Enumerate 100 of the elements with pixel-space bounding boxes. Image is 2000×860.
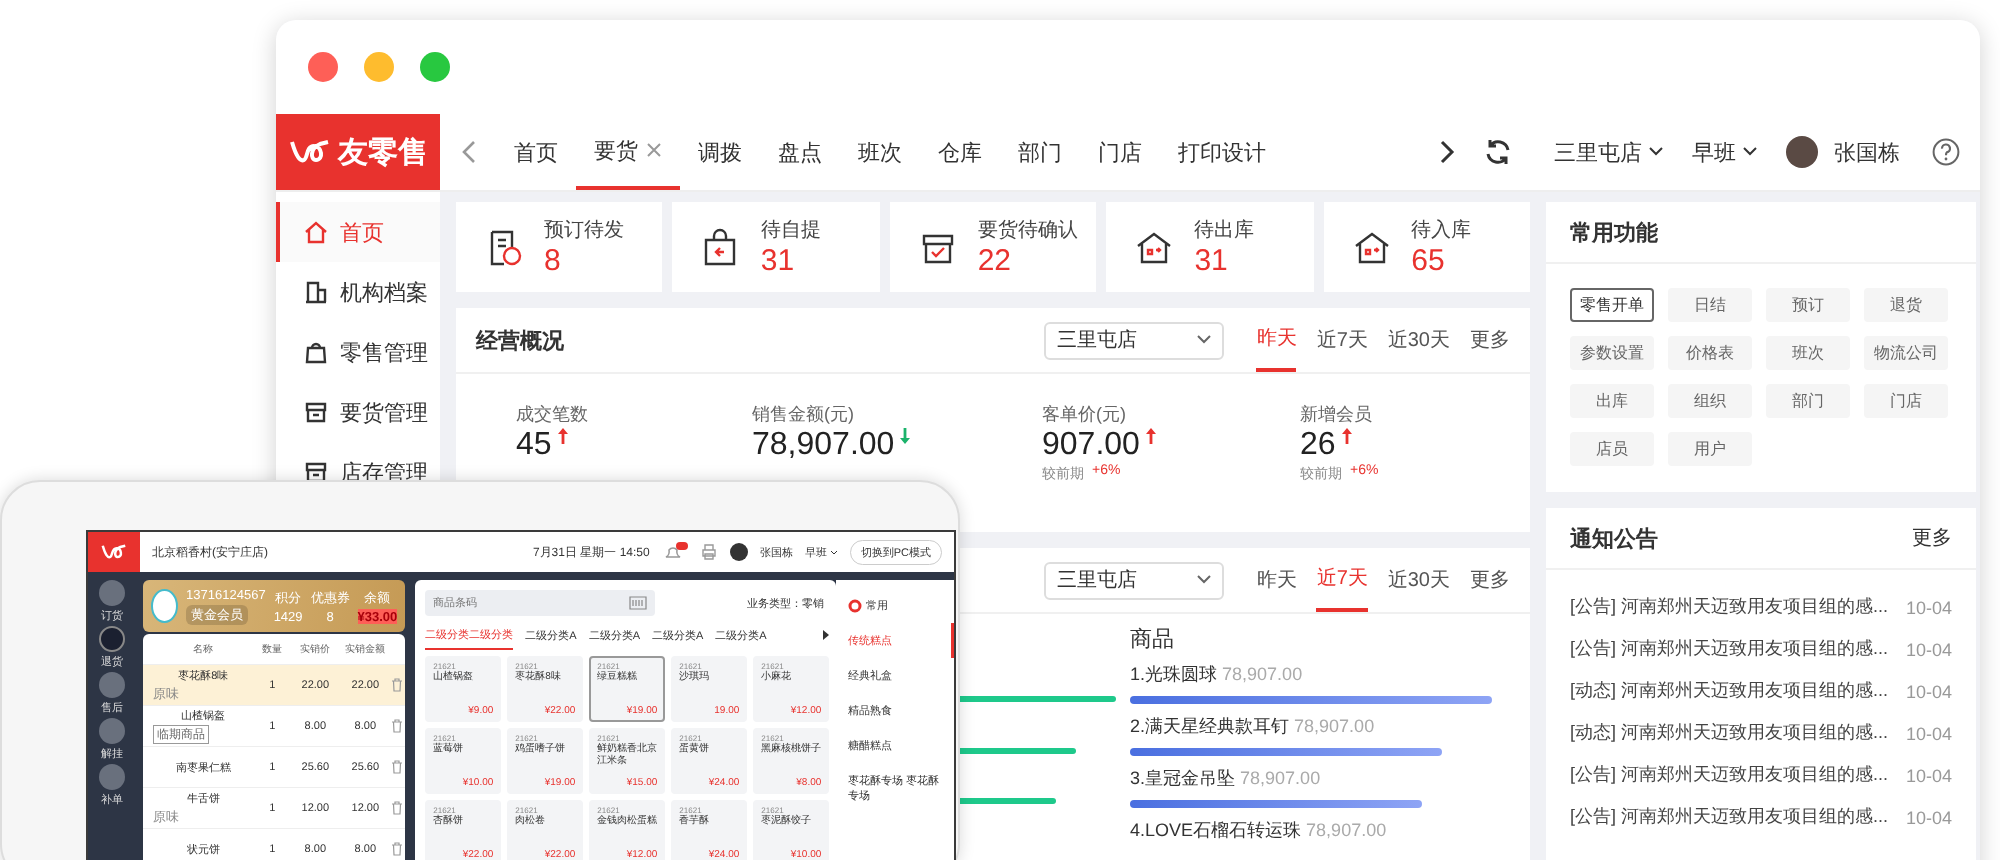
- stat-card[interactable]: 待入库 65: [1323, 202, 1531, 292]
- stat-value: 31: [1194, 244, 1230, 278]
- stat-label: 待入库: [1411, 217, 1472, 244]
- range-tab[interactable]: 近7天: [1316, 308, 1368, 372]
- caret-icon: [1742, 146, 1758, 158]
- refresh-icon[interactable]: [1484, 138, 1512, 166]
- metric-label: 销售金额(元): [752, 402, 856, 428]
- task-icon: [700, 227, 741, 267]
- notice-link[interactable]: [公告] 河南郑州天迈致用友项目组的感...: [1570, 804, 1889, 830]
- next-icon[interactable]: [821, 630, 830, 640]
- stat-card[interactable]: 待出库 31: [1106, 202, 1314, 292]
- range-tab[interactable]: 昨天: [1256, 308, 1297, 372]
- stat-value: 65: [1411, 244, 1447, 278]
- metric-label: 客单价(元): [1042, 402, 1128, 428]
- shortcut-button[interactable]: 门店: [1864, 384, 1948, 418]
- sidebar-item[interactable]: 机构档案: [276, 278, 440, 306]
- shortcut-button[interactable]: 部门: [1766, 384, 1850, 418]
- product-sales: 78,907.00: [1222, 664, 1303, 684]
- nav-tab[interactable]: 打印设计: [1160, 114, 1284, 190]
- sidebar-item[interactable]: 要货管理: [276, 398, 440, 426]
- avatar[interactable]: [1786, 136, 1818, 168]
- maximize-icon[interactable]: [420, 52, 450, 82]
- product-name: 1.光珠圆球: [1130, 664, 1218, 684]
- minimize-icon[interactable]: [364, 52, 394, 82]
- range-tab[interactable]: 更多: [1470, 308, 1510, 372]
- range-tab[interactable]: 近30天: [1387, 308, 1450, 372]
- logo-text: 友零售: [338, 133, 428, 171]
- card-title: 常用功能: [1570, 219, 1658, 247]
- task-icon: [1351, 227, 1392, 267]
- shortcut-button[interactable]: 物流公司: [1864, 336, 1948, 370]
- metric-value: 26: [1300, 428, 1336, 464]
- notice-link[interactable]: [动态] 河南郑州天迈致用友项目组的感...: [1570, 720, 1889, 746]
- menu-item-icon: [304, 220, 328, 244]
- sidebar-item[interactable]: 零售管理: [276, 338, 440, 366]
- menu-item-icon: [304, 400, 328, 424]
- logo-icon: [288, 136, 332, 168]
- metric-value: 45: [516, 428, 552, 464]
- menu-item-icon: [304, 340, 328, 364]
- bell-icon[interactable]: [661, 541, 688, 563]
- shortcut-button[interactable]: 班次: [1766, 336, 1850, 370]
- nav-tab[interactable]: 部门: [1000, 114, 1080, 190]
- nav-tab[interactable]: 仓库: [920, 114, 1000, 190]
- shortcut-button[interactable]: 店员: [1570, 432, 1654, 466]
- stat-label: 待自提: [760, 217, 821, 244]
- store-select[interactable]: 三里屯店: [1044, 561, 1225, 599]
- chevron-left-icon[interactable]: [460, 140, 480, 164]
- nav-tab[interactable]: 调拨: [680, 114, 760, 190]
- nav-tab[interactable]: 盘点: [760, 114, 840, 190]
- printer-icon[interactable]: [699, 543, 718, 561]
- stat-value: 22: [977, 244, 1013, 278]
- shortcut-button[interactable]: 出库: [1570, 384, 1654, 418]
- more-link[interactable]: 更多: [1912, 524, 1952, 552]
- store-select[interactable]: 三里屯店: [1044, 321, 1225, 359]
- stat-value: 31: [760, 244, 797, 278]
- ranking-title: 商品: [1130, 625, 1176, 654]
- caret-icon: [1648, 146, 1664, 158]
- close-icon[interactable]: [308, 52, 338, 82]
- shift-dropdown[interactable]: 早班: [1692, 137, 1758, 167]
- shortcut-button[interactable]: 零售开单: [1570, 288, 1654, 322]
- store-dropdown[interactable]: 三里屯店: [1554, 137, 1664, 167]
- stat-label: 预订待发: [544, 217, 624, 244]
- menu-item-icon: [304, 280, 328, 304]
- notice-link[interactable]: [公告] 河南郑州天迈致用友项目组的感...: [1570, 762, 1889, 788]
- shortcut-button[interactable]: 参数设置: [1570, 336, 1654, 370]
- shortcut-button[interactable]: 预订: [1766, 288, 1850, 322]
- shortcut-button[interactable]: 价格表: [1668, 336, 1752, 370]
- notice-link[interactable]: [公告] 河南郑州天迈致用友项目组的感...: [1570, 594, 1889, 620]
- range-tab[interactable]: 近7天: [1316, 548, 1368, 612]
- notice-link[interactable]: [动态] 河南郑州天迈致用友项目组的感...: [1570, 678, 1889, 704]
- caret-icon: [1196, 334, 1213, 346]
- avatar[interactable]: [729, 543, 748, 561]
- nav-tab[interactable]: 首页: [496, 114, 576, 190]
- shortcut-button[interactable]: 日结: [1668, 288, 1752, 322]
- stat-card[interactable]: 预订待发 8: [456, 202, 663, 292]
- help-icon[interactable]: [1932, 138, 1960, 166]
- shortcut-button[interactable]: 组织: [1668, 384, 1752, 418]
- stat-card[interactable]: 待自提 31: [672, 202, 880, 292]
- product-sales: 78,907.00: [1240, 768, 1321, 788]
- nav-tab[interactable]: 班次: [840, 114, 920, 190]
- nav-tab[interactable]: 门店: [1080, 114, 1160, 190]
- sidebar-item[interactable]: 首页: [276, 202, 440, 262]
- logo-icon: [99, 542, 129, 562]
- notice-date: 10-04: [1905, 681, 1952, 701]
- card-title: 经营概况: [476, 327, 564, 355]
- notice-date: 10-04: [1905, 597, 1952, 617]
- shortcut-button[interactable]: 用户: [1668, 432, 1752, 466]
- notice-link[interactable]: [公告] 河南郑州天迈致用友项目组的感...: [1570, 636, 1889, 662]
- user-name: 张国栋: [1834, 139, 1900, 167]
- stat-card[interactable]: 要货待确认 22: [889, 202, 1097, 292]
- metric-value: 78,907.00: [752, 428, 895, 464]
- close-icon[interactable]: [646, 142, 662, 158]
- shortcut-button[interactable]: 退货: [1864, 288, 1948, 322]
- product-sales: 78,907.00: [1294, 716, 1375, 736]
- nav-tab[interactable]: 要货: [576, 114, 680, 190]
- chevron-right-icon[interactable]: [1436, 140, 1456, 164]
- range-tab[interactable]: 近30天: [1387, 548, 1450, 612]
- range-tab[interactable]: 更多: [1470, 548, 1510, 612]
- product-sales: 78,907.00: [1306, 820, 1387, 840]
- range-tab[interactable]: 昨天: [1256, 548, 1297, 612]
- metric-value: 907.00: [1042, 428, 1140, 464]
